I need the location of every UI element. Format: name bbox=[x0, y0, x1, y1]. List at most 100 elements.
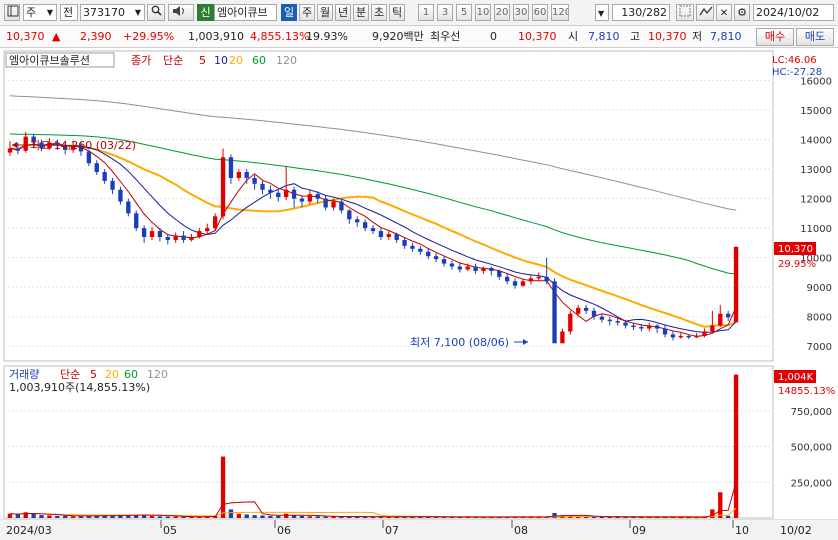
close-button[interactable]: ✕ bbox=[716, 4, 732, 21]
period-tab[interactable]: 년 bbox=[335, 4, 351, 21]
volume-bar bbox=[78, 516, 84, 518]
volume-bar bbox=[165, 516, 170, 518]
settings-button[interactable]: ⚙ bbox=[734, 4, 750, 21]
candle bbox=[568, 310, 573, 335]
volume-bar bbox=[299, 515, 305, 518]
open-price: 7,810 bbox=[588, 30, 620, 43]
chevron-down-icon: ▼ bbox=[46, 8, 53, 17]
search-button[interactable] bbox=[147, 4, 165, 21]
volume-bar bbox=[284, 513, 289, 518]
y-tick-label: 12000 bbox=[800, 195, 832, 206]
chart-toolbar: 주 ▼ 전 373170 ▼ 신 엠아이큐브 ▼ 130/282 ✕ ⚙ 202… bbox=[0, 0, 838, 26]
quote-bar: 10,370 ▲ 2,390 +29.95% 1,003,910 4,855.1… bbox=[0, 26, 838, 48]
market-select[interactable]: 주 ▼ bbox=[23, 4, 57, 21]
sound-button[interactable] bbox=[168, 4, 194, 21]
gear-icon: ⚙ bbox=[737, 6, 747, 19]
period-tab[interactable]: 초 bbox=[371, 4, 387, 21]
low-label: 저 bbox=[692, 30, 703, 43]
price-tag-pct: 29.95% bbox=[778, 259, 816, 270]
low-price: 7,810 bbox=[710, 30, 742, 43]
grid-icon bbox=[679, 5, 691, 17]
stock-name-field[interactable]: 엠아이큐브 bbox=[214, 4, 277, 21]
y-tick-label: 13000 bbox=[800, 165, 832, 176]
speaker-icon bbox=[173, 6, 184, 16]
close-icon: ✕ bbox=[719, 8, 729, 19]
candle bbox=[733, 246, 739, 323]
best-quote-value: 0 bbox=[490, 30, 497, 43]
count-tab[interactable]: 30 bbox=[513, 4, 529, 21]
y-tick-label: 7000 bbox=[807, 342, 832, 353]
date-field[interactable]: 2024/10/02 bbox=[753, 4, 834, 21]
volume-max-label: 1,004K bbox=[778, 372, 814, 383]
candle bbox=[134, 210, 139, 232]
scope-select[interactable]: 전 bbox=[60, 4, 78, 21]
lc-label: LC:46.06 bbox=[772, 55, 817, 66]
count-dropdown[interactable]: ▼ bbox=[595, 4, 609, 21]
hc-label: HC:-27.28 bbox=[772, 67, 822, 78]
volume-bar bbox=[70, 516, 76, 518]
candle bbox=[552, 278, 557, 344]
period-tab[interactable]: 월 bbox=[317, 4, 333, 21]
volume-bar bbox=[31, 513, 36, 518]
volume-bar bbox=[228, 509, 234, 518]
sell-button[interactable]: 매도 bbox=[796, 28, 834, 46]
high-label: 고 bbox=[630, 30, 641, 43]
count-tab[interactable]: 10 bbox=[475, 4, 491, 21]
period-tab[interactable]: 분 bbox=[353, 4, 369, 21]
volume-bar bbox=[173, 516, 178, 518]
last-price: 10,370 bbox=[518, 30, 557, 43]
count-tab[interactable]: 1 bbox=[418, 4, 434, 21]
period-tab[interactable]: 주 bbox=[299, 4, 315, 21]
volume-bar bbox=[718, 492, 723, 518]
current-price: 10,370 bbox=[6, 30, 45, 43]
chart-title: 엠아이큐브솔루션 bbox=[9, 54, 90, 67]
volume-bar bbox=[7, 513, 13, 518]
code-input[interactable]: 373170 ▼ bbox=[80, 4, 145, 21]
volume-max-pct: 14855.13% bbox=[778, 386, 835, 397]
volume-title: 거래량 bbox=[9, 368, 39, 381]
volume-tick-label: 750,000 bbox=[791, 407, 832, 418]
chevron-down-icon: ▼ bbox=[598, 9, 605, 18]
layout-icon[interactable] bbox=[4, 4, 20, 21]
chevron-down-icon: ▼ bbox=[134, 8, 141, 17]
x-axis-label: 05 bbox=[163, 524, 177, 537]
trade-amount: 9,920백만 bbox=[372, 30, 424, 43]
best-quote-label: 최우선 bbox=[430, 30, 461, 43]
volume-tick-label: 500,000 bbox=[791, 443, 832, 454]
volume-bar bbox=[315, 516, 320, 518]
count-tab[interactable]: 60 bbox=[532, 4, 548, 21]
volume-bar bbox=[244, 514, 249, 518]
volume-bar bbox=[252, 515, 257, 518]
legend-period: 5 bbox=[199, 54, 206, 67]
price-tag-value: 10,370 bbox=[778, 244, 813, 255]
volume-legend-period: 5 bbox=[90, 368, 97, 381]
high-annotation-text: 최고 14,260 (03/22) bbox=[30, 139, 136, 152]
count-tab[interactable]: 120 bbox=[551, 4, 569, 21]
count-tab[interactable]: 3 bbox=[437, 4, 453, 21]
buy-button[interactable]: 매수 bbox=[756, 28, 794, 46]
volume-pct: 4,855.13% bbox=[250, 30, 310, 43]
price-chart[interactable]: 7000800090001000011000120001300014000150… bbox=[0, 48, 838, 540]
volume-bar bbox=[220, 456, 226, 518]
x-axis-label: 10/02 bbox=[780, 524, 812, 537]
legend-period: 10 bbox=[214, 54, 228, 67]
volume-bar bbox=[276, 515, 281, 518]
volume-bar bbox=[268, 515, 273, 518]
period-tab[interactable]: 일 bbox=[281, 4, 297, 21]
count-tab[interactable]: 20 bbox=[494, 4, 510, 21]
volume-legend-period: 120 bbox=[147, 368, 168, 381]
x-axis-label: 08 bbox=[514, 524, 528, 537]
volume-bar bbox=[552, 513, 557, 518]
legend-period: 20 bbox=[229, 54, 243, 67]
volume-tick-label: 250,000 bbox=[791, 478, 832, 489]
grid-toggle-button[interactable] bbox=[676, 4, 694, 21]
y-tick-label: 14000 bbox=[800, 136, 832, 147]
draw-tool-button[interactable] bbox=[696, 4, 714, 21]
period-tab[interactable]: 틱 bbox=[389, 4, 405, 21]
open-label: 시 bbox=[568, 30, 579, 43]
count-tab[interactable]: 5 bbox=[456, 4, 472, 21]
volume-bar bbox=[55, 515, 60, 518]
x-axis-label: 2024/03 bbox=[6, 524, 52, 537]
x-axis-label: 07 bbox=[385, 524, 399, 537]
candle bbox=[220, 148, 226, 220]
